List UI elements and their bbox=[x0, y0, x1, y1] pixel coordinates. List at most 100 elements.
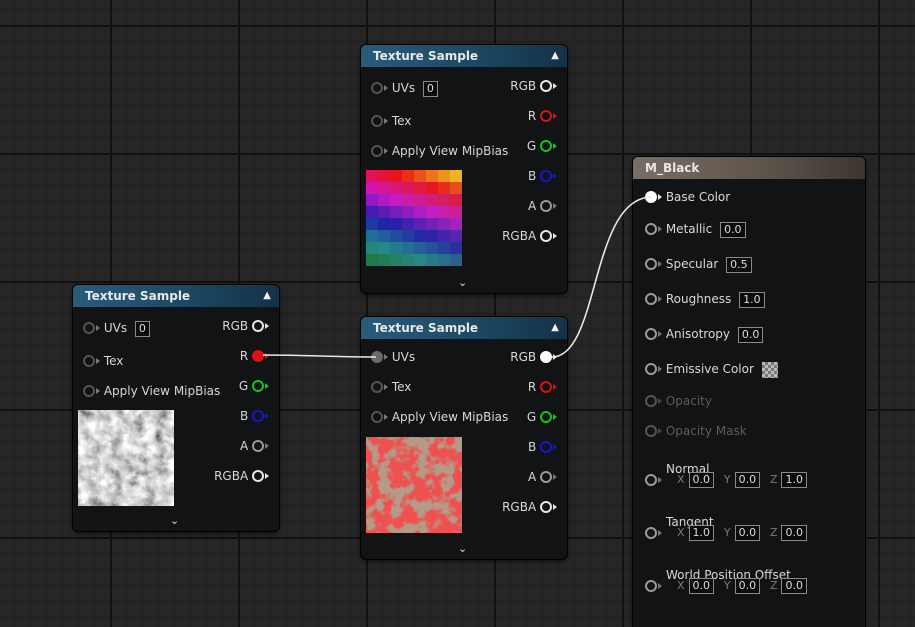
input-uvs[interactable]: UVs 0 bbox=[83, 320, 150, 337]
texture-sample-node-left[interactable]: Texture Sample ▲ UVs 0 Tex Apply View Mi… bbox=[73, 285, 279, 531]
pin-icon[interactable] bbox=[83, 321, 95, 334]
output-a[interactable]: A bbox=[240, 438, 269, 454]
pin-icon[interactable] bbox=[540, 139, 552, 152]
pin-icon[interactable] bbox=[252, 469, 264, 482]
output-a[interactable]: A bbox=[528, 469, 557, 485]
pin-icon[interactable] bbox=[252, 379, 264, 392]
material-result-node[interactable]: M_Black Base Color Metallic 0.0 Specular… bbox=[633, 157, 865, 627]
input-tangent[interactable]: Tangent bbox=[645, 515, 714, 539]
output-b[interactable]: B bbox=[528, 168, 557, 184]
chevron-down-icon[interactable]: ⌄ bbox=[170, 514, 179, 527]
pin-icon[interactable] bbox=[645, 257, 657, 270]
output-rgb[interactable]: RGB bbox=[510, 349, 557, 365]
uvs-value-field[interactable]: 0 bbox=[422, 80, 438, 97]
pin-icon[interactable] bbox=[371, 350, 383, 363]
pin-icon[interactable] bbox=[83, 384, 95, 397]
pin-icon[interactable] bbox=[371, 410, 383, 423]
normal-x-field[interactable]: 0.0 bbox=[688, 471, 715, 488]
pin-icon[interactable] bbox=[540, 470, 552, 483]
chevron-up-icon[interactable]: ▲ bbox=[263, 285, 271, 307]
wire-r-to-uvs[interactable] bbox=[262, 354, 377, 358]
output-rgb[interactable]: RGB bbox=[510, 78, 557, 94]
output-r[interactable]: R bbox=[240, 348, 269, 364]
node-header[interactable]: M_Black bbox=[633, 157, 865, 179]
uvs-value-field[interactable]: 0 bbox=[134, 320, 150, 337]
input-mipbias[interactable]: Apply View MipBias bbox=[371, 409, 508, 425]
input-metallic[interactable]: Metallic 0.0 bbox=[645, 221, 746, 238]
wpo-z-field[interactable]: 0.0 bbox=[781, 577, 807, 594]
node-header[interactable]: Texture Sample ▲ bbox=[73, 285, 279, 307]
wpo-y-field[interactable]: 0.0 bbox=[734, 577, 761, 594]
input-roughness[interactable]: Roughness 1.0 bbox=[645, 291, 765, 308]
output-rgba[interactable]: RGBA bbox=[502, 499, 557, 515]
output-b[interactable]: B bbox=[528, 439, 557, 455]
output-r[interactable]: R bbox=[528, 108, 557, 124]
chevron-up-icon[interactable]: ▲ bbox=[551, 317, 559, 339]
normal-y-field[interactable]: 0.0 bbox=[734, 471, 761, 488]
output-g[interactable]: G bbox=[527, 409, 557, 425]
chevron-up-icon[interactable]: ▲ bbox=[551, 45, 559, 67]
output-a[interactable]: A bbox=[528, 198, 557, 214]
input-uvs[interactable]: UVs 0 bbox=[371, 80, 438, 97]
pin-icon[interactable] bbox=[540, 169, 552, 182]
input-base-color[interactable]: Base Color bbox=[645, 189, 730, 205]
output-g[interactable]: G bbox=[239, 378, 269, 394]
output-b[interactable]: B bbox=[240, 408, 269, 424]
output-r[interactable]: R bbox=[528, 379, 557, 395]
pin-icon[interactable] bbox=[645, 292, 657, 305]
pin-icon[interactable] bbox=[252, 409, 264, 422]
pin-icon[interactable] bbox=[645, 526, 657, 539]
node-header[interactable]: Texture Sample ▲ bbox=[361, 317, 567, 339]
chevron-down-icon[interactable]: ⌄ bbox=[458, 542, 467, 555]
roughness-value-field[interactable]: 1.0 bbox=[739, 291, 765, 308]
pin-icon[interactable] bbox=[645, 190, 657, 203]
pin-icon[interactable] bbox=[371, 144, 383, 157]
chevron-down-icon[interactable]: ⌄ bbox=[458, 276, 467, 289]
tangent-x-field[interactable]: 1.0 bbox=[688, 524, 715, 541]
input-emissive-color[interactable]: Emissive Color bbox=[645, 361, 778, 378]
output-g[interactable]: G bbox=[527, 138, 557, 154]
output-rgba[interactable]: RGBA bbox=[214, 468, 269, 484]
pin-icon[interactable] bbox=[371, 81, 383, 94]
pin-icon[interactable] bbox=[540, 229, 552, 242]
anisotropy-value-field[interactable]: 0.0 bbox=[737, 326, 764, 343]
pin-icon[interactable] bbox=[540, 109, 552, 122]
pin-icon[interactable] bbox=[645, 327, 657, 340]
input-anisotropy[interactable]: Anisotropy 0.0 bbox=[645, 326, 764, 343]
input-tex[interactable]: Tex bbox=[83, 353, 123, 369]
specular-value-field[interactable]: 0.5 bbox=[726, 256, 752, 273]
tangent-z-field[interactable]: 0.0 bbox=[781, 524, 807, 541]
pin-icon[interactable] bbox=[252, 349, 264, 362]
input-world-position-offset[interactable]: World Position Offset bbox=[645, 568, 791, 592]
output-rgba[interactable]: RGBA bbox=[502, 228, 557, 244]
normal-z-field[interactable]: 1.0 bbox=[781, 471, 807, 488]
pin-icon[interactable] bbox=[645, 222, 657, 235]
pin-icon[interactable] bbox=[540, 199, 552, 212]
pin-icon[interactable] bbox=[252, 319, 264, 332]
pin-icon[interactable] bbox=[645, 473, 657, 486]
input-uvs[interactable]: UVs bbox=[371, 349, 415, 365]
pin-icon[interactable] bbox=[540, 440, 552, 453]
pin-icon[interactable] bbox=[371, 114, 383, 127]
pin-icon[interactable] bbox=[371, 380, 383, 393]
pin-icon[interactable] bbox=[645, 579, 657, 592]
pin-icon[interactable] bbox=[645, 362, 657, 375]
input-normal[interactable]: Normal bbox=[645, 462, 709, 486]
tangent-y-field[interactable]: 0.0 bbox=[734, 524, 761, 541]
pin-icon[interactable] bbox=[540, 410, 552, 423]
wpo-x-field[interactable]: 0.0 bbox=[688, 577, 715, 594]
input-mipbias[interactable]: Apply View MipBias bbox=[371, 143, 508, 159]
input-tex[interactable]: Tex bbox=[371, 113, 411, 129]
pin-icon[interactable] bbox=[252, 439, 264, 452]
pin-icon[interactable] bbox=[540, 380, 552, 393]
input-specular[interactable]: Specular 0.5 bbox=[645, 256, 752, 273]
metallic-value-field[interactable]: 0.0 bbox=[720, 221, 746, 238]
emissive-color-swatch[interactable] bbox=[761, 361, 778, 378]
output-rgb[interactable]: RGB bbox=[222, 318, 269, 334]
input-tex[interactable]: Tex bbox=[371, 379, 411, 395]
texture-sample-node-middle[interactable]: Texture Sample ▲ UVs Tex Apply View MipB… bbox=[361, 317, 567, 559]
pin-icon[interactable] bbox=[540, 350, 552, 363]
input-mipbias[interactable]: Apply View MipBias bbox=[83, 383, 220, 399]
node-header[interactable]: Texture Sample ▲ bbox=[361, 45, 567, 67]
pin-icon[interactable] bbox=[83, 354, 95, 367]
